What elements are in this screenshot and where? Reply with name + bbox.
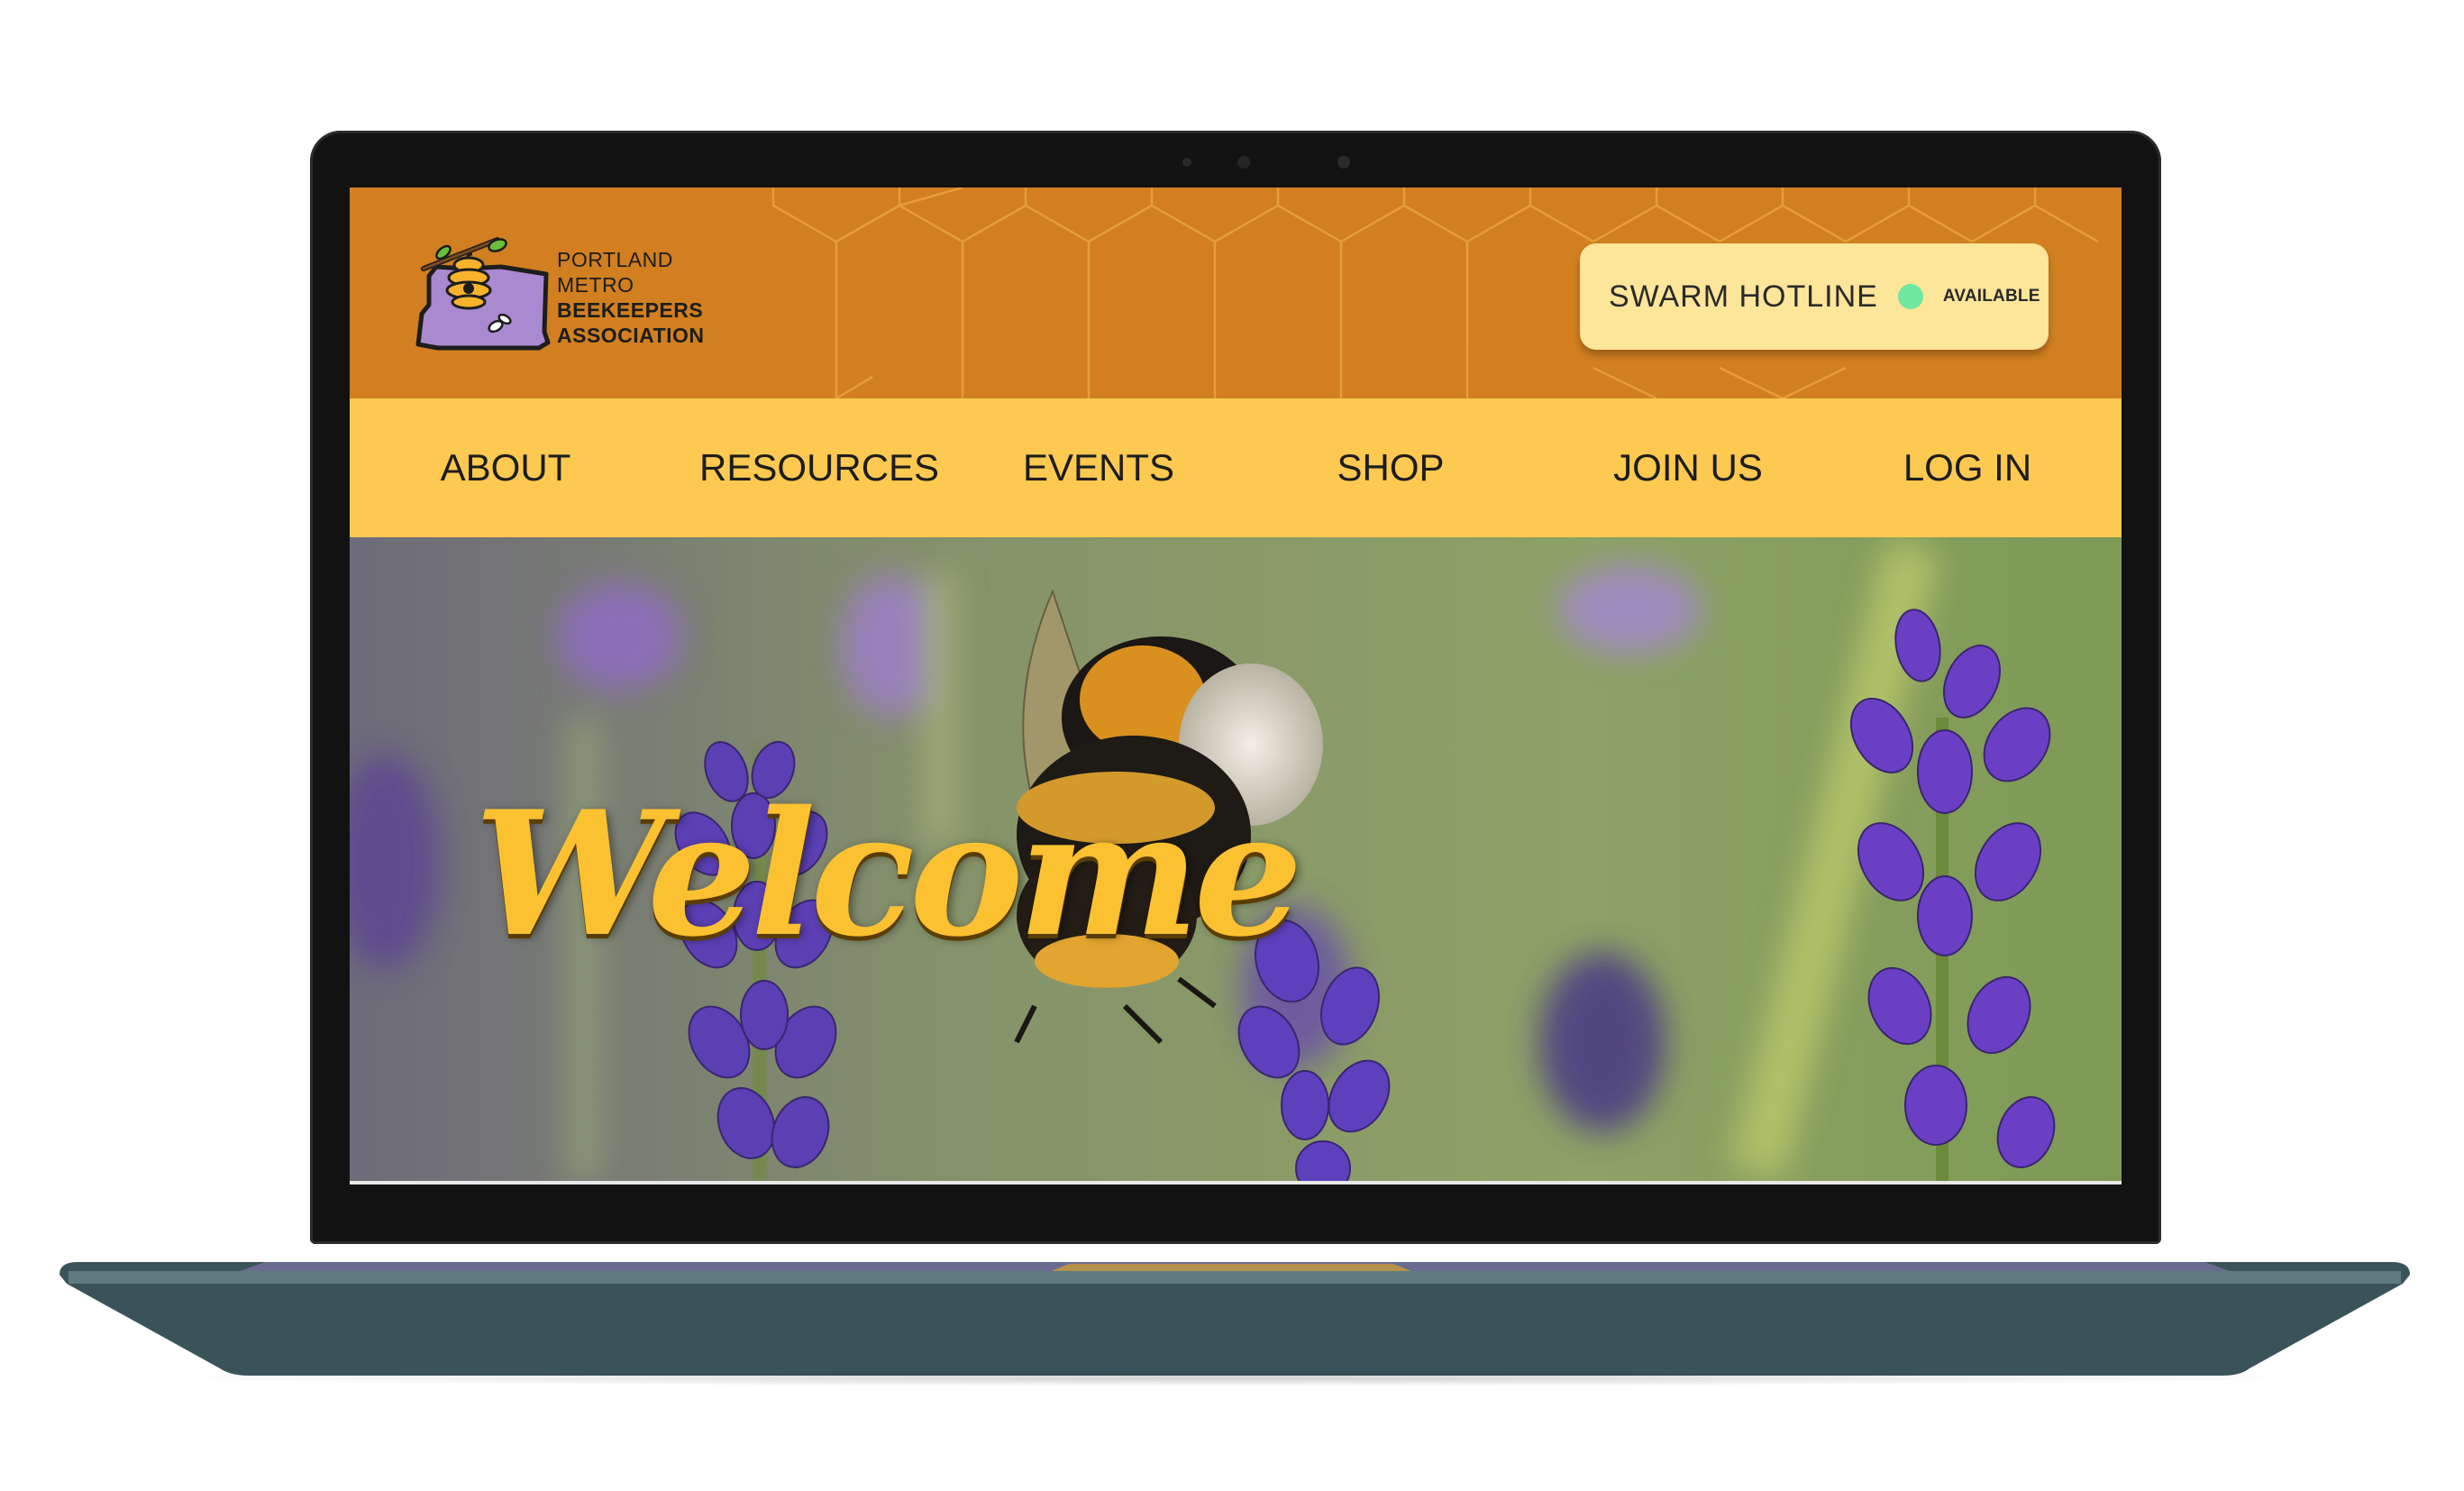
nav-resources[interactable]: RESOURCES [699, 398, 939, 537]
laptop-shadow [144, 1370, 2325, 1386]
site-header: PORTLAND METRO BEEKEEPERS ASSOCIATION SW… [350, 188, 2122, 398]
welcome-heading: Welcome [474, 773, 1302, 974]
nav-shop[interactable]: SHOP [1323, 398, 1458, 537]
webcam-icon [1237, 156, 1250, 169]
nav-about[interactable]: ABOUT [426, 398, 585, 537]
beehive-logo-icon [415, 237, 551, 351]
logo-line-metro: METRO [557, 273, 634, 297]
nav-join-us[interactable]: JOIN US [1593, 398, 1783, 537]
status-dot-icon [1897, 284, 1923, 309]
logo-wordmark[interactable]: PORTLAND METRO BEEKEEPERS ASSOCIATION [557, 247, 705, 348]
nav-events[interactable]: EVENTS [1013, 398, 1184, 537]
light-sensor-icon [1337, 156, 1350, 169]
logo-line-portland: PORTLAND [557, 248, 673, 271]
laptop-base [59, 1262, 2410, 1379]
logo-line-beekeepers: BEEKEEPERS [557, 298, 704, 322]
nav-log-in[interactable]: LOG IN [1891, 398, 2044, 537]
hero-divider [350, 1181, 2122, 1185]
laptop-screen: PORTLAND METRO BEEKEEPERS ASSOCIATION SW… [350, 188, 2122, 1185]
hotline-status: AVAILABLE [1942, 287, 2040, 306]
main-nav: ABOUT RESOURCES EVENTS SHOP JOIN US LOG … [350, 398, 2122, 537]
logo-line-association: ASSOCIATION [557, 324, 705, 347]
sensor-icon [1182, 158, 1191, 167]
hotline-label: SWARM HOTLINE [1609, 279, 1878, 314]
swarm-hotline-button[interactable]: SWARM HOTLINE AVAILABLE [1580, 243, 2049, 350]
